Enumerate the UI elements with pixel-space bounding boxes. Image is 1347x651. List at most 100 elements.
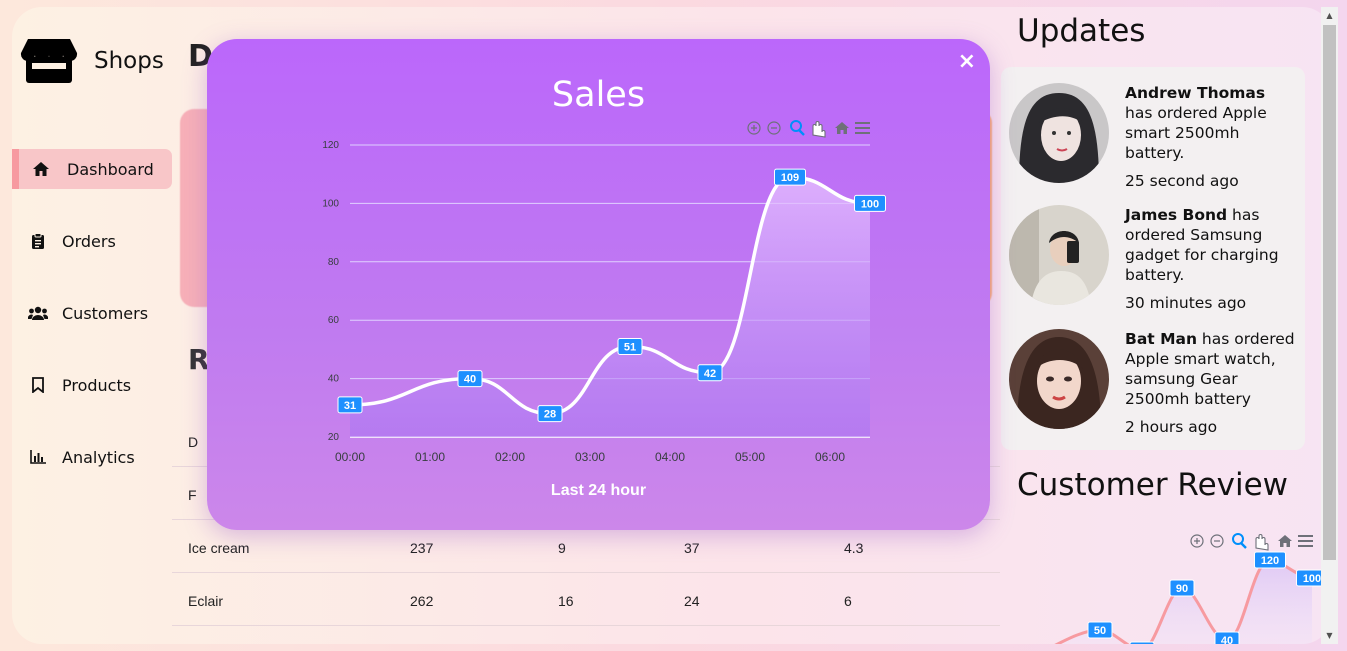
update-name: Bat Man	[1125, 330, 1197, 348]
zoom-out-icon[interactable]	[767, 121, 781, 135]
svg-text:42: 42	[704, 368, 716, 380]
scroll-up-arrow-icon[interactable]: ▲	[1321, 7, 1338, 24]
sidebar-item-label: Customers	[62, 303, 149, 323]
sidebar-item-analytics[interactable]: Analytics	[12, 437, 172, 477]
data-label: 28	[537, 405, 563, 423]
update-item[interactable]: Bat Man has ordered Apple smart watch, s…	[1009, 329, 1295, 437]
svg-text:100: 100	[861, 198, 879, 210]
update-time: 25 second ago	[1125, 172, 1239, 190]
table-cell: 262	[410, 593, 434, 609]
update-time: 30 minutes ago	[1125, 294, 1247, 312]
home-reset-icon[interactable]	[1278, 535, 1292, 547]
table-cell: 16	[558, 593, 574, 609]
table-cell: 9	[558, 540, 566, 556]
x-tick-label: 06:00	[815, 450, 845, 464]
x-tick-label: 02:00	[495, 450, 525, 464]
zoom-select-icon[interactable]	[1232, 533, 1247, 549]
x-tick-label: 03:00	[575, 450, 605, 464]
data-label: 30	[1129, 641, 1155, 644]
svg-text:51: 51	[624, 341, 636, 353]
y-axis-ticks: 20 40 60 80 100 120	[322, 140, 339, 443]
chart-area-fill	[350, 177, 870, 437]
x-tick-label: 00:00	[335, 450, 365, 464]
x-tick-label: 05:00	[735, 450, 765, 464]
data-label: 51	[617, 337, 643, 355]
table-cell: 24	[684, 593, 700, 609]
update-name: James Bond	[1125, 206, 1228, 224]
table-cell: 237	[410, 540, 434, 556]
svg-text:100: 100	[1303, 573, 1321, 585]
pan-hand-icon[interactable]	[812, 121, 826, 138]
update-name: Andrew Thomas	[1125, 84, 1266, 102]
table-cell: 37	[684, 540, 700, 556]
customer-review-title: Customer Review	[1017, 467, 1289, 503]
avatar	[1009, 205, 1109, 305]
data-label: 42	[697, 364, 723, 382]
menu-icon[interactable]	[855, 122, 870, 134]
sidebar-item-products[interactable]: Products	[12, 365, 172, 405]
table-cell: D	[188, 434, 199, 450]
y-tick-label: 80	[328, 257, 340, 268]
svg-text:40: 40	[1221, 635, 1233, 644]
data-label: 120	[1254, 551, 1286, 569]
sidebar-item-label: Orders	[62, 231, 116, 251]
sidebar-item-orders[interactable]: Orders	[12, 221, 172, 261]
table-row[interactable]: Eclair 262 16 24 6	[172, 573, 1000, 626]
clipboard-icon	[28, 231, 48, 251]
y-tick-label: 60	[328, 315, 340, 326]
scroll-down-arrow-icon[interactable]: ▼	[1321, 627, 1338, 644]
update-item[interactable]: Andrew Thomas has ordered Apple smart 25…	[1009, 83, 1295, 191]
y-tick-label: 100	[322, 198, 339, 209]
update-time: 2 hours ago	[1125, 418, 1218, 436]
zoom-select-icon[interactable]	[790, 120, 805, 136]
x-tick-label: 04:00	[655, 450, 685, 464]
svg-text:120: 120	[1261, 555, 1279, 567]
users-icon	[28, 303, 48, 323]
y-tick-label: 40	[328, 374, 340, 385]
sales-chart[interactable]: 00:00 01:00 02:00 03:00 04:00 05:00 06:00 20 40…	[207, 39, 990, 530]
zoom-in-icon[interactable]	[1190, 534, 1204, 548]
svg-text:109: 109	[781, 172, 799, 184]
svg-text:50: 50	[1094, 625, 1106, 637]
zoom-in-icon[interactable]	[747, 121, 761, 135]
menu-icon[interactable]	[1298, 535, 1313, 547]
sidebar-nav: Dashboard Orders Customers Products Anal…	[12, 149, 172, 509]
data-label: 90	[1169, 579, 1195, 597]
update-item[interactable]: James Bond has ordered Samsung gadget fo…	[1009, 205, 1295, 313]
sidebar-item-label: Analytics	[62, 447, 135, 467]
table-cell: F	[188, 487, 197, 503]
sales-modal: × Sales 00:00 01:00 02:00 03:00 04:00 05:00 06…	[207, 39, 990, 530]
x-axis-ticks: 00:00 01:00 02:00 03:00 04:00 05:00 06:00	[335, 450, 845, 464]
data-label: 31	[337, 396, 363, 414]
data-label: 109	[774, 168, 806, 186]
scrollbar[interactable]: ▲ ▼	[1321, 7, 1338, 644]
scroll-thumb[interactable]	[1323, 25, 1336, 560]
updates-card: Andrew Thomas has ordered Apple smart 25…	[1001, 67, 1305, 450]
table-cell: 4.3	[844, 540, 864, 556]
y-tick-label: 120	[322, 140, 339, 151]
sidebar-item-label: Products	[62, 375, 132, 395]
sidebar-item-customers[interactable]: Customers	[12, 293, 172, 333]
svg-text:28: 28	[544, 409, 556, 421]
table-cell: Eclair	[188, 593, 224, 609]
updates-title: Updates	[1017, 13, 1146, 49]
svg-text:90: 90	[1176, 583, 1188, 595]
pan-hand-icon[interactable]	[1255, 534, 1269, 551]
table-cell: 6	[844, 593, 852, 609]
svg-text:31: 31	[344, 400, 356, 412]
x-tick-label: 01:00	[415, 450, 445, 464]
app-window: Shops Dashboard Orders Customers Product…	[12, 7, 1332, 644]
data-label: 40	[457, 370, 483, 388]
customer-review-chart[interactable]: 50 30 90 40 120 100	[1042, 522, 1332, 644]
data-label: 50	[1087, 621, 1113, 639]
bar-chart-icon	[28, 447, 48, 467]
bookmark-icon	[28, 375, 48, 395]
review-toolbar	[1190, 533, 1313, 551]
avatar	[1009, 83, 1109, 183]
update-message: has ordered Apple smart 2500mh battery.	[1125, 104, 1267, 162]
brand-name: Shops	[94, 48, 164, 74]
logo[interactable]: Shops	[20, 37, 164, 85]
home-reset-icon[interactable]	[835, 122, 849, 134]
zoom-out-icon[interactable]	[1210, 534, 1224, 548]
sidebar-item-dashboard[interactable]: Dashboard	[12, 149, 172, 189]
